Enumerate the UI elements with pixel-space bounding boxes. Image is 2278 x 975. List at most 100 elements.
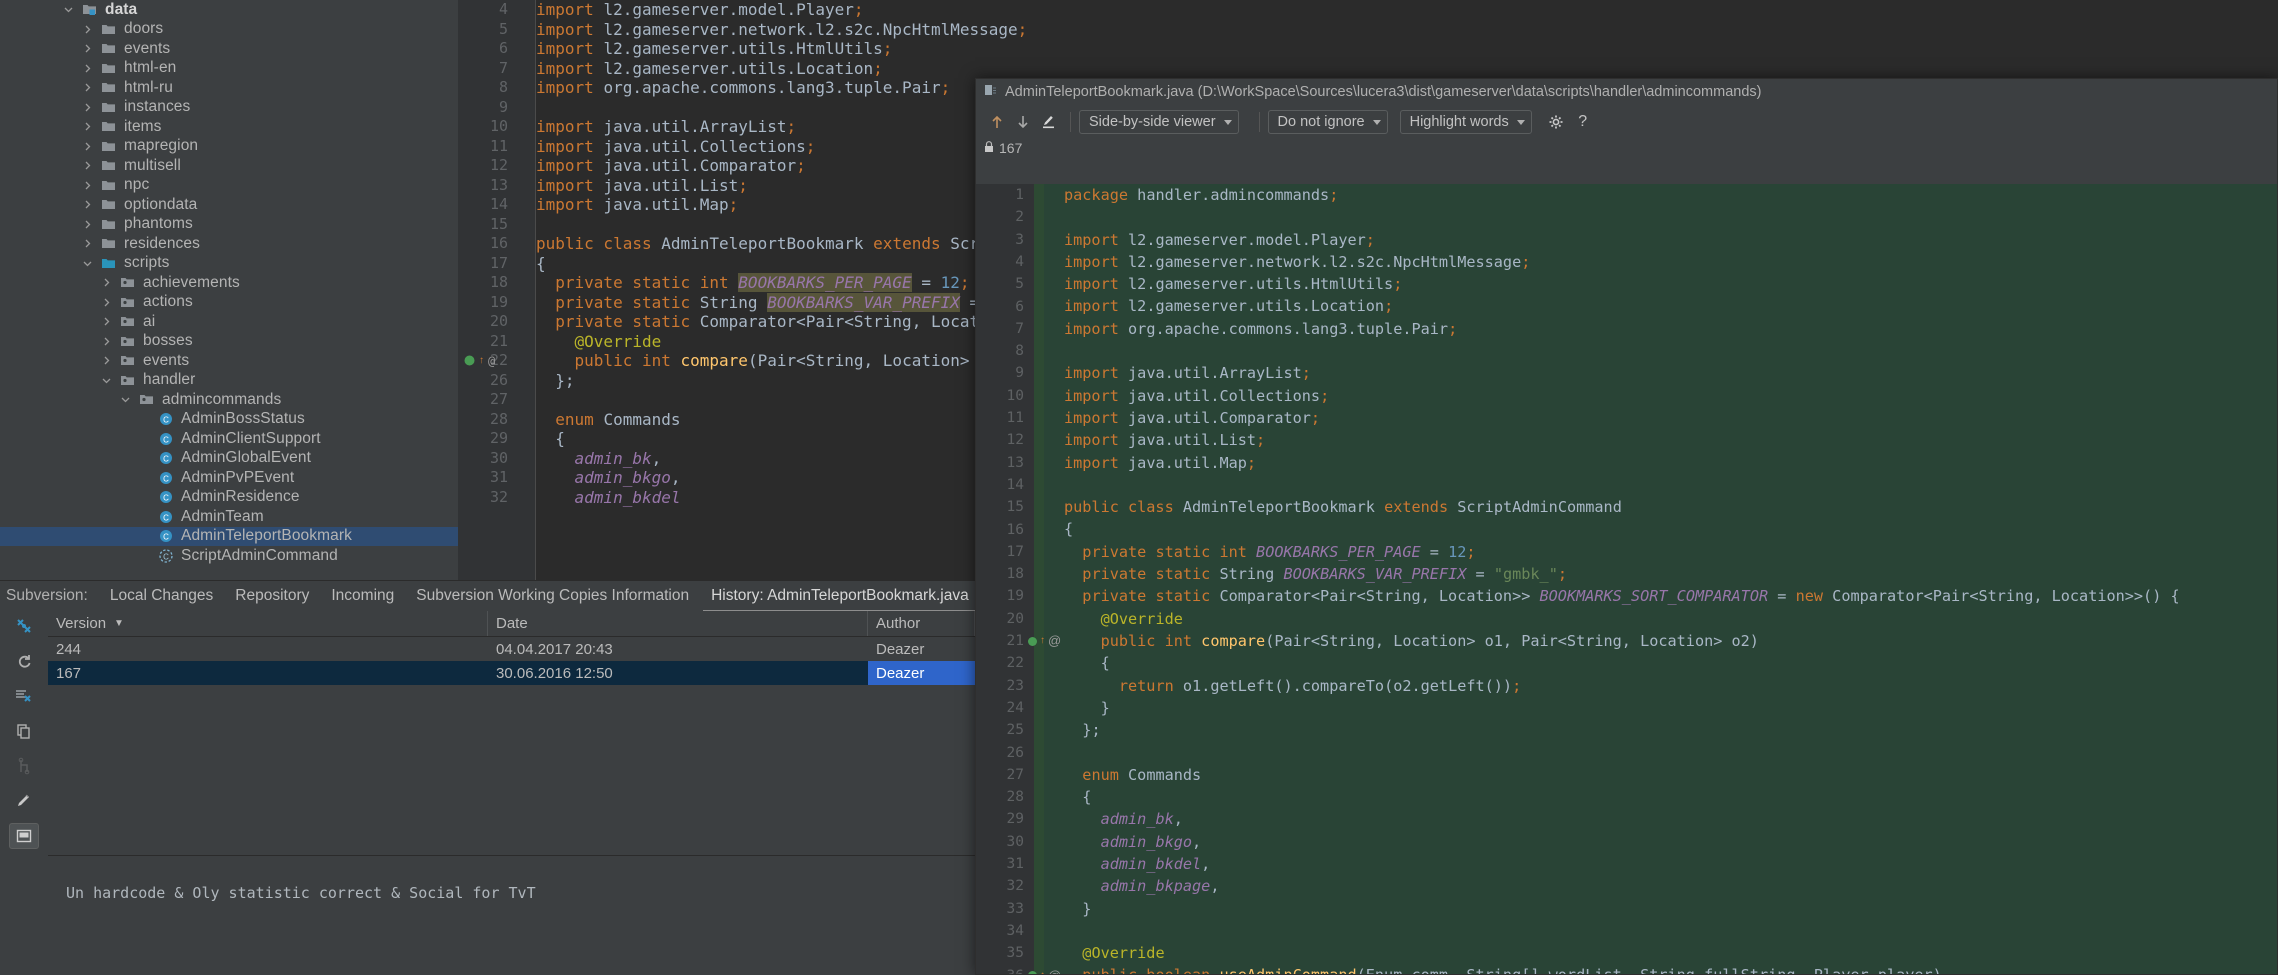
diff-window[interactable]: AdminTeleportBookmark.java (D:\WorkSpace… <box>975 78 2278 975</box>
edit-icon[interactable] <box>9 788 39 814</box>
collapse-all-icon[interactable] <box>9 613 39 639</box>
diff-code-pane[interactable]: package handler.admincommands; import l2.… <box>976 184 2277 974</box>
tree-item[interactable]: optiondata <box>0 195 458 215</box>
vcs-tab[interactable]: Incoming <box>331 587 394 605</box>
diff-vertical-scrollbar[interactable] <box>2267 184 2277 974</box>
chevron-right-icon[interactable] <box>76 142 98 151</box>
vcs-tab[interactable]: Subversion Working Copies Information <box>416 587 689 605</box>
folder-pkg-icon <box>117 335 138 348</box>
column-header[interactable]: Author <box>868 611 975 636</box>
help-icon[interactable]: ? <box>1570 109 1596 135</box>
column-header[interactable]: Date <box>488 611 868 636</box>
version-control-panel[interactable]: Subversion: Local Changes Repository Incomi… <box>0 580 996 975</box>
tree-item[interactable]: events <box>0 351 458 371</box>
tree-item[interactable]: residences <box>0 234 458 254</box>
gear-icon[interactable] <box>1544 109 1570 135</box>
tree-item[interactable]: instances <box>0 98 458 118</box>
copy-icon[interactable] <box>9 718 39 744</box>
ignore-mode-dropdown[interactable]: Do not ignore <box>1267 110 1388 134</box>
vcs-tab[interactable]: Local Changes <box>110 587 213 605</box>
editor-line-number: 26 <box>489 370 508 389</box>
tree-item[interactable]: npc <box>0 176 458 196</box>
tree-item[interactable]: C AdminTeam <box>0 507 458 527</box>
tree-item[interactable]: multisell <box>0 156 458 176</box>
chevron-right-icon[interactable] <box>95 278 117 287</box>
chevron-right-icon[interactable] <box>95 337 117 346</box>
vcs-tab[interactable]: Repository <box>235 587 309 605</box>
preview-icon[interactable] <box>9 823 39 849</box>
edit-source-icon[interactable] <box>1036 109 1062 135</box>
tree-item[interactable]: mapregion <box>0 137 458 157</box>
chevron-down-icon[interactable] <box>57 5 79 14</box>
vcs-tab[interactable]: History: AdminTeleportBookmark.java✕ <box>703 587 996 612</box>
column-header[interactable]: Version ▼ <box>48 611 488 636</box>
chevron-down-icon[interactable] <box>95 376 117 385</box>
tree-item[interactable]: phantoms <box>0 215 458 235</box>
tree-item[interactable]: handler <box>0 371 458 391</box>
tree-item[interactable]: C AdminTeleportBookmark <box>0 526 458 546</box>
chevron-right-icon[interactable] <box>76 83 98 92</box>
tree-item[interactable]: C AdminPvPEvent <box>0 468 458 488</box>
diff-line: }; <box>1082 721 1101 740</box>
chevron-right-icon[interactable] <box>76 64 98 73</box>
svg-text:C: C <box>163 513 169 522</box>
highlight-mode-dropdown[interactable]: Highlight words <box>1399 110 1532 134</box>
tree-item[interactable]: admincommands <box>0 390 458 410</box>
chevron-right-icon[interactable] <box>76 122 98 131</box>
next-difference-icon[interactable] <box>1010 109 1036 135</box>
chevron-down-icon[interactable] <box>114 395 136 404</box>
chevron-right-icon[interactable] <box>76 161 98 170</box>
tree-item[interactable]: bosses <box>0 332 458 352</box>
tree-item[interactable]: doors <box>0 20 458 40</box>
diff-line: @Override <box>1100 609 1183 628</box>
chevron-right-icon[interactable] <box>76 103 98 112</box>
project-tree[interactable]: data doors events html-en html-ru instances it… <box>0 0 458 580</box>
diff-line: admin_bk, <box>1100 810 1183 829</box>
vcs-tab-bar[interactable]: Subversion: Local Changes Repository Incomi… <box>0 581 996 612</box>
chevron-right-icon[interactable] <box>76 220 98 229</box>
tree-item[interactable]: achievements <box>0 273 458 293</box>
chevron-right-icon[interactable] <box>95 356 117 365</box>
tree-item[interactable]: items <box>0 117 458 137</box>
diff-line: package handler.admincommands; <box>1064 186 1339 204</box>
chevron-right-icon[interactable] <box>76 181 98 190</box>
table-row[interactable]: 167 30.06.2016 12:50 Deazer <box>48 661 975 685</box>
tree-item[interactable]: ai <box>0 312 458 332</box>
editor-override-marker[interactable]: ↑ @ <box>464 351 495 371</box>
tree-item[interactable]: C AdminClientSupport <box>0 429 458 449</box>
diff-toolbar[interactable]: Side-by-side viewer Do not ignore Highli… <box>976 105 2277 139</box>
vcs-side-toolbar[interactable] <box>0 581 48 975</box>
show-diff-icon[interactable] <box>9 683 39 709</box>
chevron-right-icon[interactable] <box>76 200 98 209</box>
tree-item[interactable]: C AdminBossStatus <box>0 410 458 430</box>
chevron-right-icon[interactable] <box>76 239 98 248</box>
chevron-down-icon[interactable] <box>76 259 98 268</box>
tree-item[interactable]: C AdminGlobalEvent <box>0 449 458 469</box>
class-abstract-icon: C <box>155 549 176 563</box>
diff-line <box>1064 920 2277 942</box>
diff-override-marker[interactable]: ↑@ <box>1028 965 1062 974</box>
table-row[interactable]: 244 04.04.2017 20:43 Deazer <box>48 637 975 661</box>
tree-item[interactable]: scripts <box>0 254 458 274</box>
tree-item[interactable]: C ScriptAdminCommand <box>0 546 458 566</box>
diff-line: import java.util.ArrayList; <box>1064 364 1311 383</box>
history-table-header[interactable]: Version ▼ Date Author <box>48 611 975 637</box>
refresh-icon[interactable] <box>9 648 39 674</box>
folder-icon <box>98 62 119 75</box>
chevron-right-icon[interactable] <box>95 298 117 307</box>
history-table-body[interactable]: 244 04.04.2017 20:43 Deazer 167 30.06.2016 1… <box>48 637 975 685</box>
tree-item[interactable]: events <box>0 39 458 59</box>
chevron-right-icon[interactable] <box>95 317 117 326</box>
tree-item[interactable]: html-ru <box>0 78 458 98</box>
tree-item[interactable]: data <box>0 0 458 20</box>
tree-item[interactable]: html-en <box>0 59 458 79</box>
diff-override-marker[interactable]: ↑@ <box>1028 630 1062 652</box>
prev-difference-icon[interactable] <box>984 109 1010 135</box>
tree-item[interactable]: C AdminResidence <box>0 488 458 508</box>
tree-item[interactable]: actions <box>0 293 458 313</box>
diff-code-area[interactable]: package handler.admincommands; import l2.… <box>1064 184 2277 974</box>
toolbar-separator-1 <box>1070 112 1071 132</box>
chevron-right-icon[interactable] <box>76 25 98 34</box>
viewer-mode-dropdown[interactable]: Side-by-side viewer <box>1079 110 1239 134</box>
chevron-right-icon[interactable] <box>76 44 98 53</box>
